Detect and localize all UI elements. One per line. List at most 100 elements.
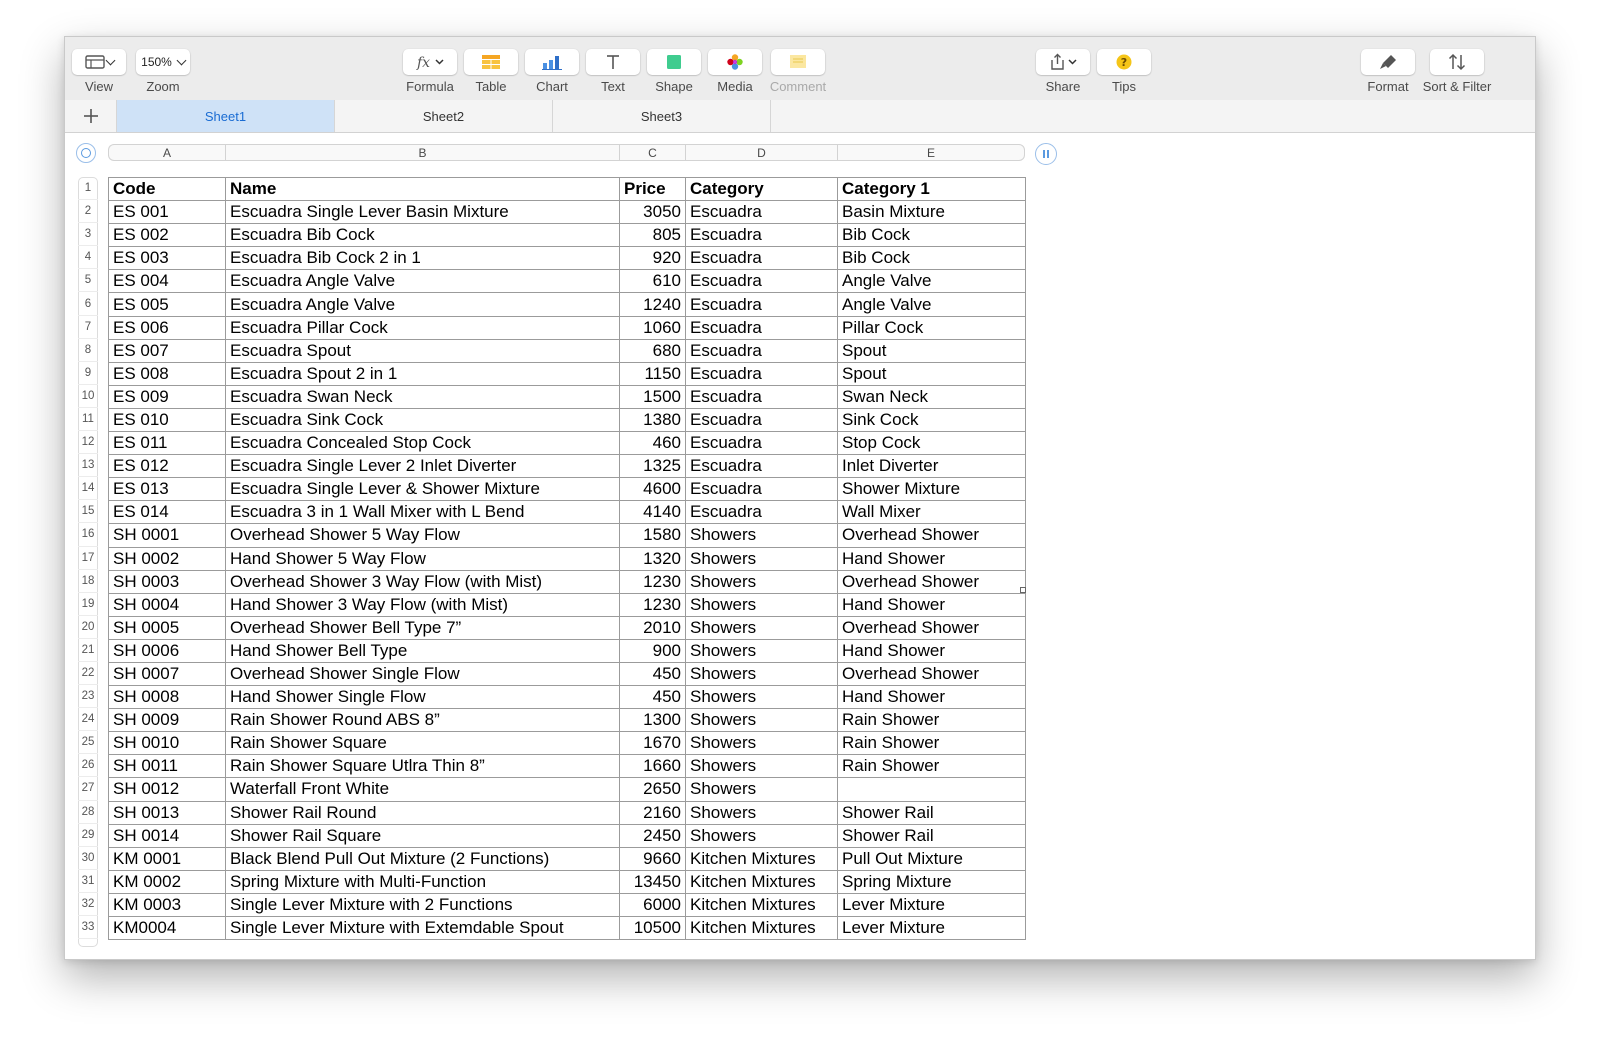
text-control[interactable]: Text (581, 49, 645, 94)
cell-category1[interactable]: Angle Valve (837, 269, 1026, 294)
cell-name[interactable]: Escuadra Single Lever Basin Mixture (225, 200, 620, 225)
chart-button[interactable] (525, 49, 579, 75)
cell-name[interactable]: Waterfall Front White (225, 777, 620, 802)
cell-code[interactable]: SH 0013 (108, 800, 226, 825)
cell-price[interactable]: 900 (619, 638, 686, 663)
comment-button[interactable] (771, 49, 825, 75)
cell-price[interactable]: 2160 (619, 800, 686, 825)
row-header[interactable]: 4 (78, 246, 98, 270)
cell-category1[interactable]: Sink Cock (837, 407, 1026, 433)
row-header[interactable]: 18 (78, 570, 98, 593)
cell-category[interactable]: Escuadra (685, 200, 838, 225)
row-header[interactable]: 21 (78, 639, 98, 662)
cell-name[interactable]: Hand Shower Single Flow (225, 685, 620, 710)
cell-price[interactable]: 460 (619, 431, 686, 456)
cell-name[interactable]: Overhead Shower Single Flow (225, 661, 620, 687)
cell-category1[interactable]: Rain Shower (837, 731, 1026, 756)
cell-price[interactable]: 1380 (619, 407, 686, 433)
cell-price[interactable]: 9660 (619, 846, 686, 871)
cell-price[interactable]: 2450 (619, 823, 686, 848)
cell-category[interactable]: Escuadra (685, 361, 838, 386)
cell-name[interactable]: Escuadra Spout 2 in 1 (225, 361, 620, 386)
header-cell-name[interactable]: Name (225, 176, 620, 202)
row-header[interactable]: 14 (78, 477, 98, 501)
row-header[interactable]: 13 (78, 454, 98, 478)
cell-code[interactable]: SH 0001 (108, 523, 226, 548)
chart-control[interactable]: Chart (520, 49, 584, 94)
cell-category[interactable]: Showers (685, 638, 838, 663)
cell-code[interactable]: ES 013 (108, 477, 226, 502)
cell-category[interactable]: Showers (685, 523, 838, 548)
tab-sheet3[interactable]: Sheet3 (553, 100, 771, 132)
header-cell-code[interactable]: Code (108, 176, 226, 202)
row-header[interactable]: 5 (78, 269, 98, 293)
cell-code[interactable]: ES 008 (108, 361, 226, 386)
row-header[interactable]: 19 (78, 593, 98, 616)
formula-control[interactable]: fx Formula (398, 49, 462, 94)
row-header[interactable]: 32 (78, 893, 98, 916)
cell-code[interactable]: SH 0008 (108, 685, 226, 710)
cell-category[interactable]: Showers (685, 661, 838, 687)
cell-price[interactable]: 6000 (619, 892, 686, 918)
row-header[interactable]: 10 (78, 385, 98, 408)
cell-category[interactable]: Showers (685, 731, 838, 756)
cell-category1[interactable]: Overhead Shower (837, 569, 1026, 594)
media-button[interactable] (708, 49, 762, 75)
cell-code[interactable]: ES 001 (108, 200, 226, 225)
cell-category[interactable]: Showers (685, 823, 838, 848)
row-header[interactable]: 20 (78, 616, 98, 639)
share-button[interactable] (1036, 49, 1090, 75)
cell-category1[interactable]: Wall Mixer (837, 500, 1026, 525)
cell-category1[interactable]: Bib Cock (837, 223, 1026, 248)
row-header[interactable]: 24 (78, 708, 98, 732)
cell-category[interactable]: Kitchen Mixtures (685, 915, 838, 941)
row-header[interactable]: 7 (78, 316, 98, 339)
row-header[interactable]: 11 (78, 408, 98, 432)
cell-code[interactable]: ES 012 (108, 454, 226, 479)
cell-price[interactable]: 1660 (619, 754, 686, 779)
cell-category1[interactable]: Shower Mixture (837, 477, 1026, 502)
cell-code[interactable]: SH 0002 (108, 546, 226, 571)
cell-name[interactable]: Escuadra Bib Cock (225, 223, 620, 248)
tab-sheet2[interactable]: Sheet2 (335, 100, 553, 132)
shape-control[interactable]: Shape (642, 49, 706, 94)
cell-category1[interactable]: Rain Shower (837, 754, 1026, 779)
cell-name[interactable]: Escuadra Single Lever 2 Inlet Diverter (225, 454, 620, 479)
cell-name[interactable]: Escuadra Bib Cock 2 in 1 (225, 246, 620, 271)
cell-code[interactable]: SH 0014 (108, 823, 226, 848)
cell-code[interactable]: KM 0003 (108, 892, 226, 918)
cell-price[interactable]: 10500 (619, 915, 686, 941)
cell-category1[interactable]: Overhead Shower (837, 615, 1026, 640)
cell-price[interactable]: 1240 (619, 292, 686, 317)
cell-category1[interactable]: Spring Mixture (837, 869, 1026, 894)
cell-category[interactable]: Escuadra (685, 454, 838, 479)
cell-category[interactable]: Escuadra (685, 292, 838, 317)
row-header[interactable]: 27 (78, 777, 98, 801)
table-control[interactable]: Table (459, 49, 523, 94)
cell-category[interactable]: Showers (685, 777, 838, 802)
view-button[interactable] (72, 49, 126, 75)
cell-category[interactable]: Showers (685, 685, 838, 710)
cell-category[interactable]: Escuadra (685, 338, 838, 363)
cell-category1[interactable]: Overhead Shower (837, 523, 1026, 548)
cell-name[interactable]: Hand Shower Bell Type (225, 638, 620, 663)
cell-category[interactable]: Escuadra (685, 315, 838, 340)
cell-price[interactable]: 4600 (619, 477, 686, 502)
cell-category1[interactable]: Lever Mixture (837, 915, 1026, 941)
row-header[interactable]: 1 (78, 177, 98, 201)
header-cell-category1[interactable]: Category 1 (837, 176, 1026, 202)
cell-category[interactable]: Kitchen Mixtures (685, 892, 838, 918)
view-control[interactable]: View (67, 49, 131, 94)
cell-name[interactable]: Overhead Shower 5 Way Flow (225, 523, 620, 548)
cell-category1[interactable]: Pull Out Mixture (837, 846, 1026, 871)
cell-category[interactable]: Kitchen Mixtures (685, 869, 838, 894)
cell-code[interactable]: ES 011 (108, 431, 226, 456)
cell-price[interactable]: 4140 (619, 500, 686, 525)
cell-name[interactable]: Escuadra Spout (225, 338, 620, 363)
cell-price[interactable]: 1300 (619, 708, 686, 733)
cell-category1[interactable]: Stop Cock (837, 431, 1026, 456)
cell-category1[interactable]: Overhead Shower (837, 661, 1026, 687)
cell-category1[interactable]: Pillar Cock (837, 315, 1026, 340)
cell-code[interactable]: SH 0004 (108, 592, 226, 617)
cell-code[interactable]: SH 0006 (108, 638, 226, 663)
